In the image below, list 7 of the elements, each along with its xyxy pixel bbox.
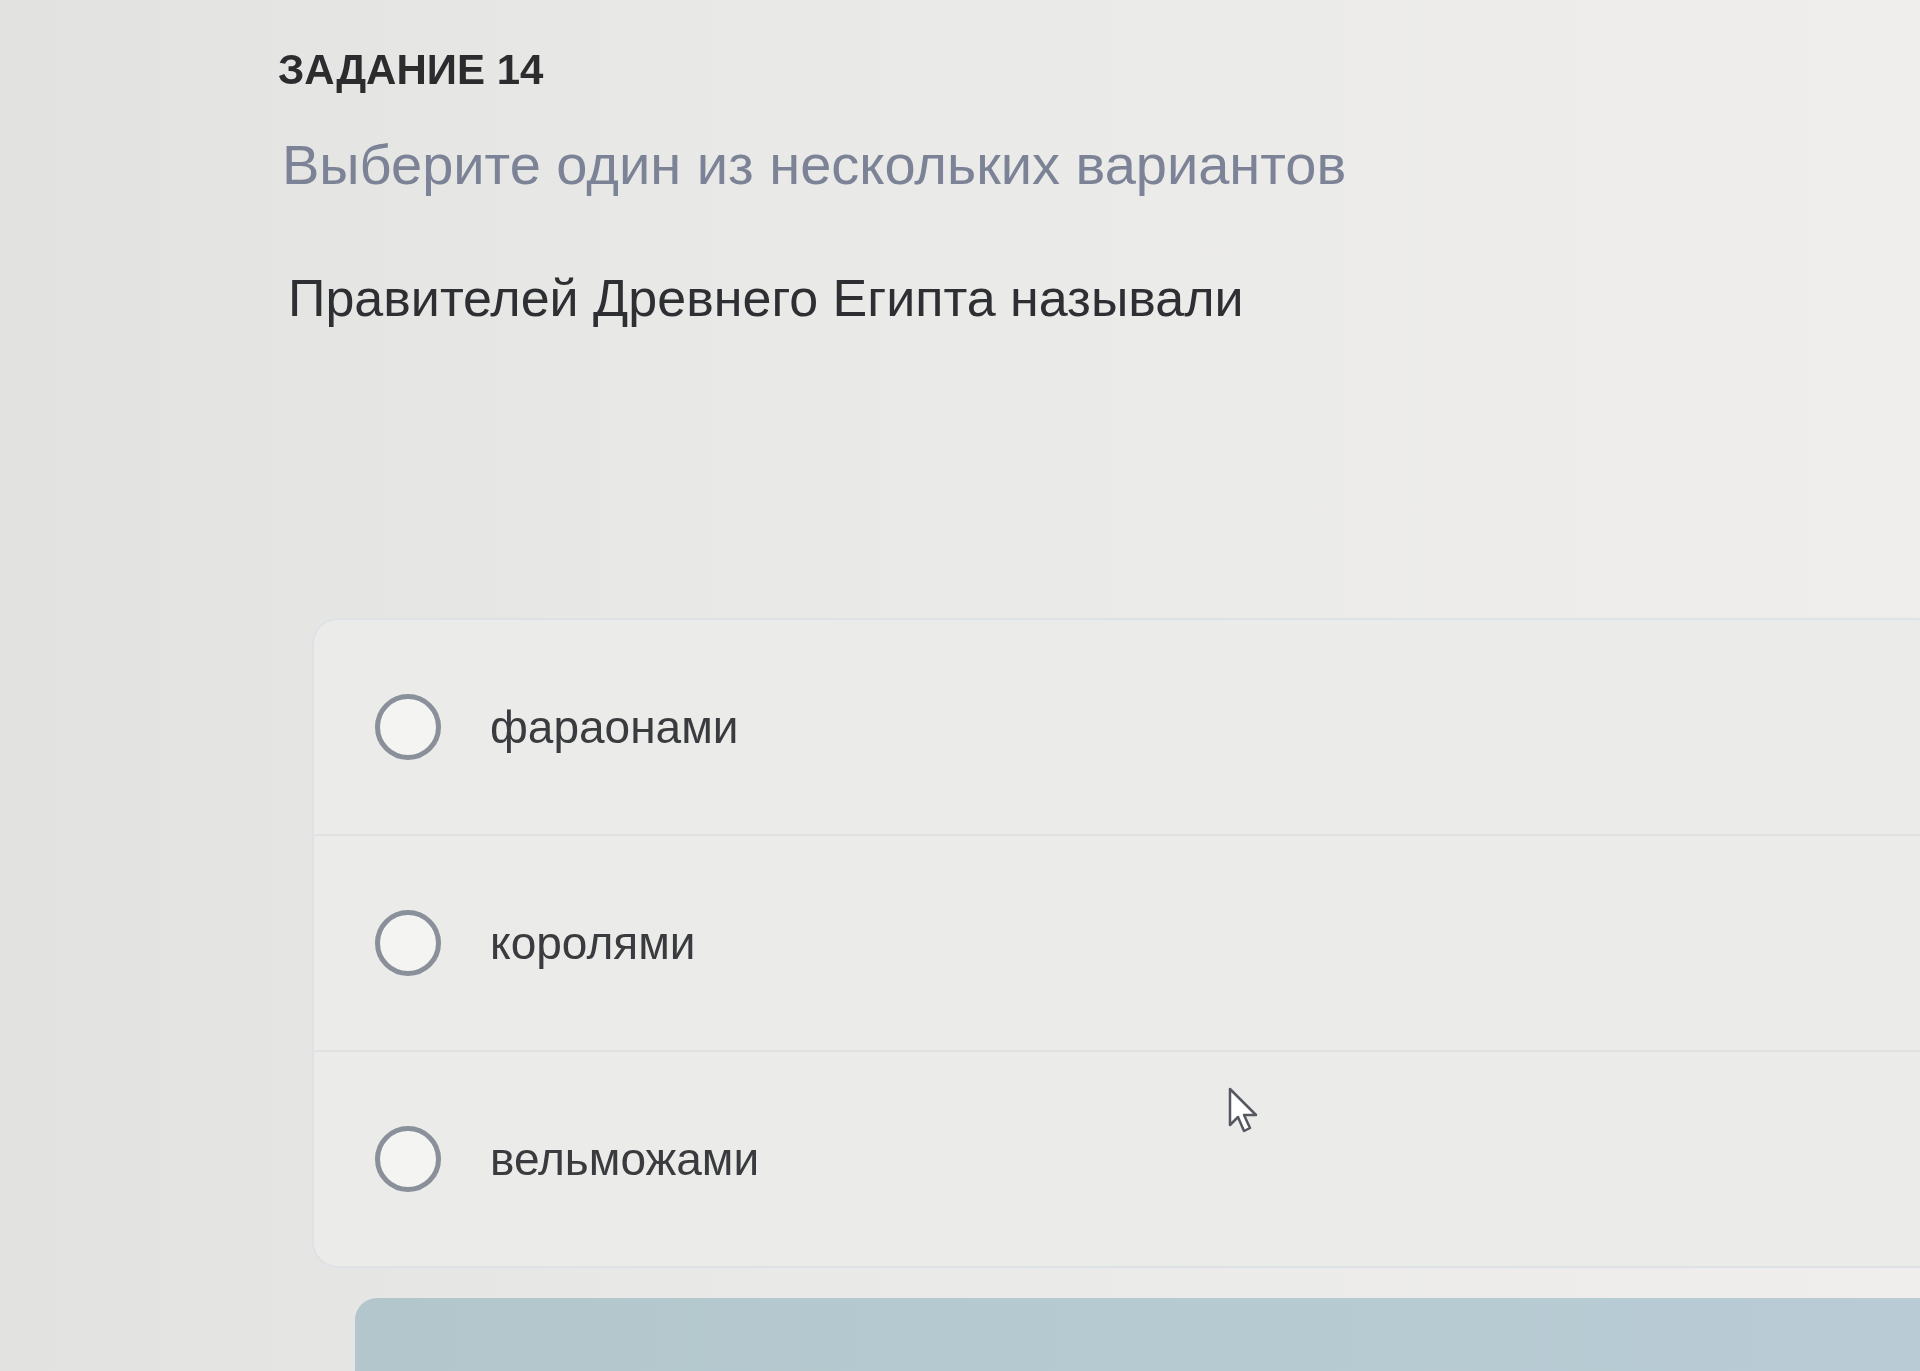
option-label[interactable]: фараонами (490, 700, 739, 754)
instruction-text: Выберите один из нескольких вариантов (282, 133, 1347, 197)
task-title: ЗАДАНИЕ 14 (278, 45, 544, 95)
question-text: Правителей Древнего Египта называли (288, 268, 1244, 328)
option-label[interactable]: вельможами (490, 1132, 760, 1186)
mouse-cursor-icon (1228, 1087, 1259, 1133)
option-label[interactable]: королями (490, 916, 696, 970)
